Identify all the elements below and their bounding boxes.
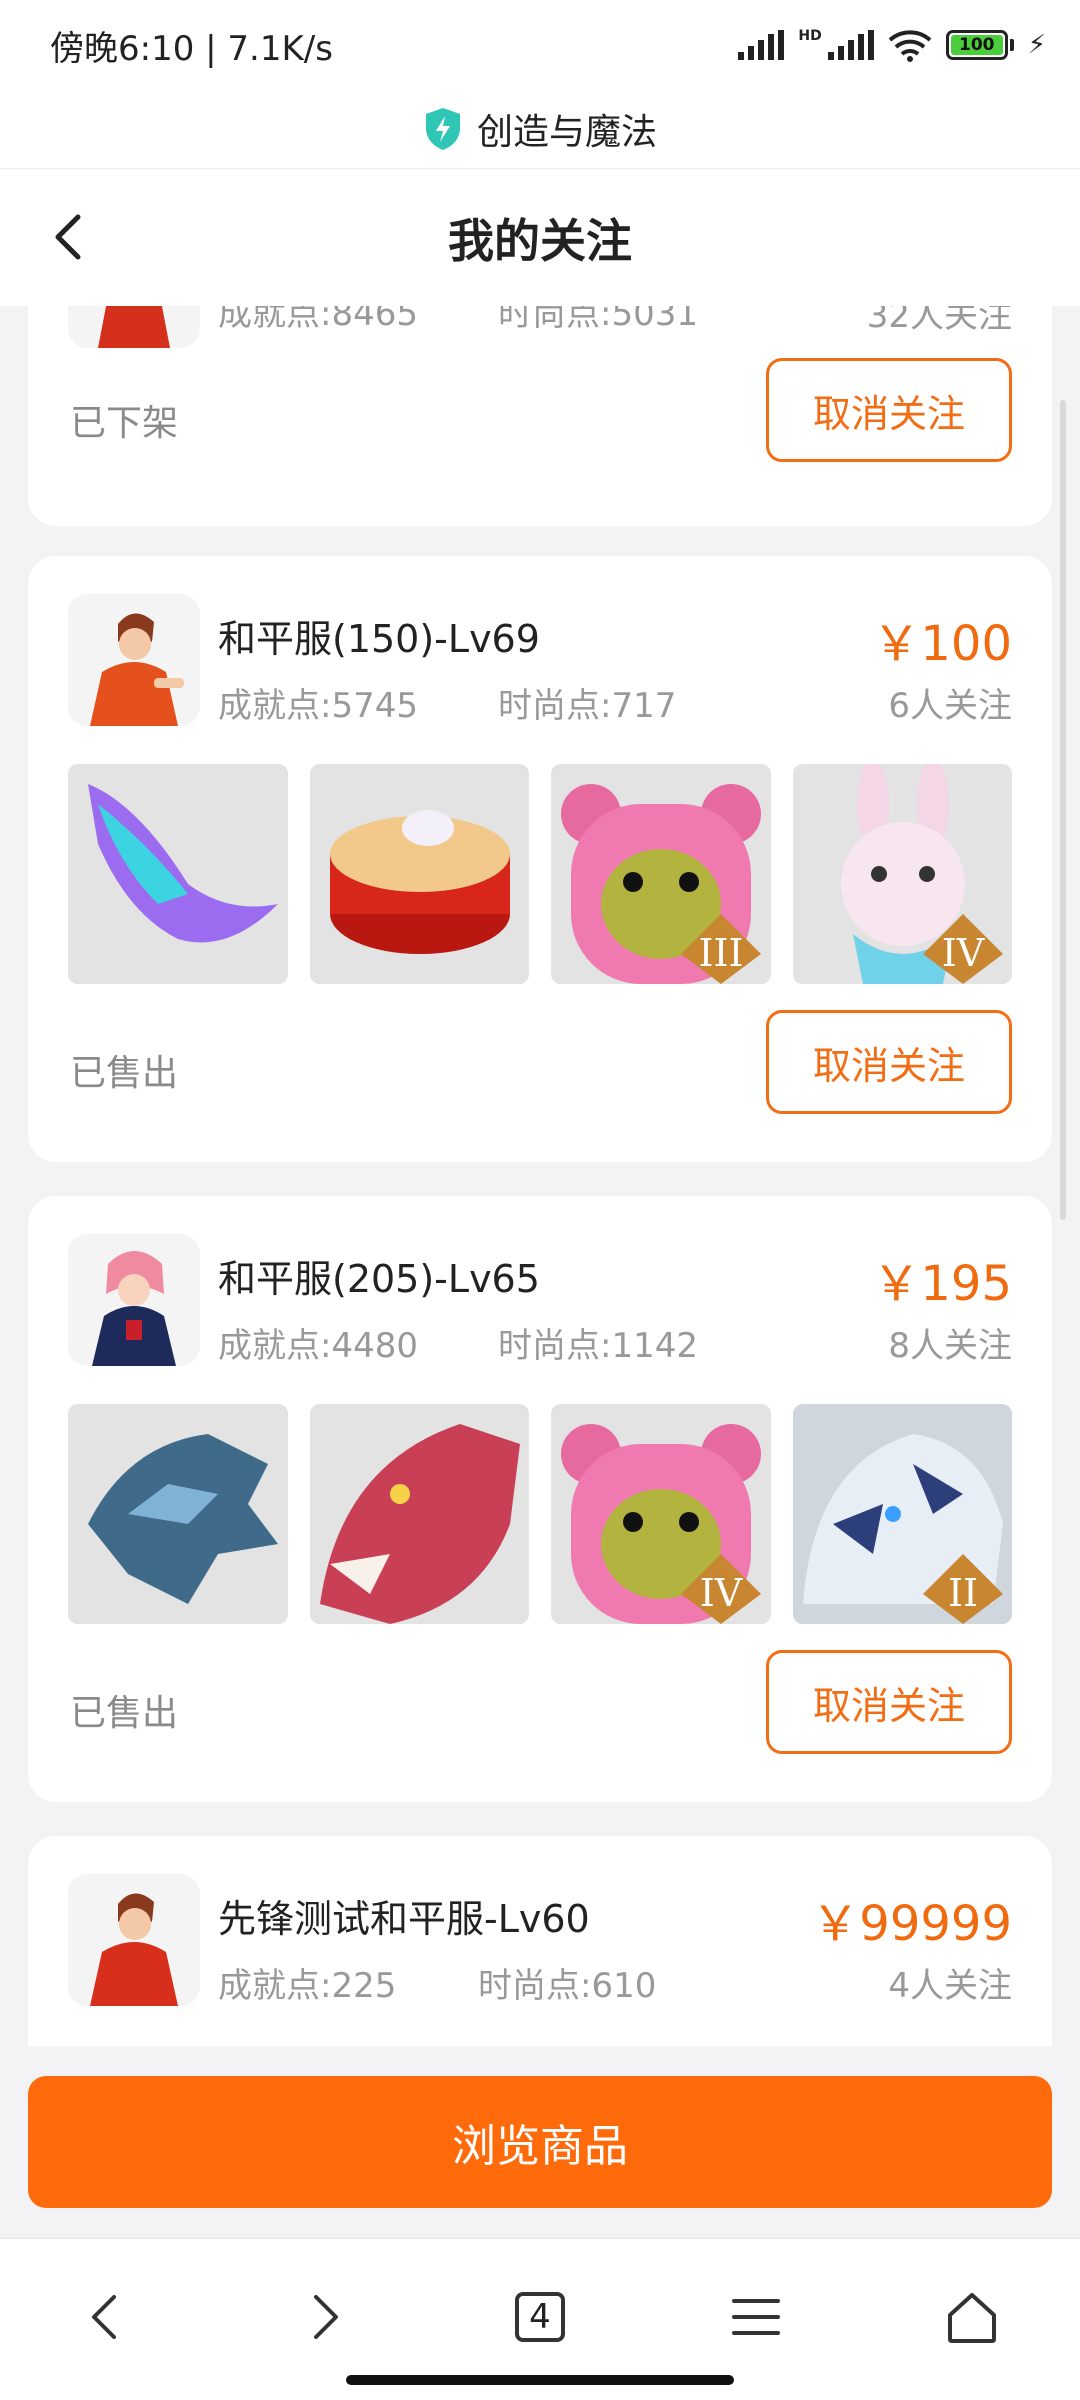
unfollow-button[interactable]: 取消关注 <box>766 358 1012 462</box>
grade-badge: IV <box>941 931 984 975</box>
fashion-points: 时尚点:717 <box>498 686 677 726</box>
fashion-points: 时尚点:610 <box>478 1966 657 2006</box>
avatar <box>68 306 200 348</box>
followed-item-card[interactable]: 成就点:8465 时尚点:5031 32人关注 已下架 取消关注 <box>28 306 1052 526</box>
tiger-thumbnail[interactable]: II <box>792 1404 1012 1624</box>
grade-badge: III <box>698 931 743 975</box>
status-bar: 傍晚6:10 | 7.1K/s HD 100 ⚡ <box>0 0 1080 90</box>
tabs-icon: 4 <box>515 2292 565 2342</box>
grade-badge: II <box>947 1571 977 1615</box>
red-dragon-thumbnail[interactable] <box>309 1404 529 1624</box>
item-price: ￥99999 <box>811 1896 1012 1952</box>
bear-hat-thumbnail[interactable]: III <box>551 764 771 984</box>
item-title[interactable]: 和平服(205)-Lv65 <box>218 1248 540 1303</box>
browser-bottom-bar: 4 <box>0 2238 1080 2400</box>
card-head: 先锋测试和平服-Lv60 成就点:225 时尚点:610 ￥99999 4人关注 <box>68 1874 1012 2008</box>
avatar <box>68 1234 200 1366</box>
home-icon <box>948 2293 996 2343</box>
browser-back-button[interactable] <box>66 2277 146 2357</box>
achievement-points: 成就点:8465 <box>218 306 418 334</box>
item-price: ￥100 <box>872 616 1012 672</box>
fashion-points: 时尚点:5031 <box>498 306 698 334</box>
charging-icon: ⚡ <box>1027 30 1046 60</box>
achievement-points: 成就点:5745 <box>218 686 418 726</box>
chevron-right-icon <box>314 2295 338 2339</box>
item-thumbnails: III IV <box>68 764 1012 984</box>
follow-count: 8人关注 <box>888 1326 1012 1366</box>
card-head: 和平服(205)-Lv65 成就点:4480 时尚点:1142 ￥195 8人关… <box>68 1234 1012 1368</box>
unfollow-button[interactable]: 取消关注 <box>766 1010 1012 1114</box>
achievement-points: 成就点:225 <box>218 1966 397 2006</box>
card-head: 和平服(150)-Lv69 成就点:5745 时尚点:717 ￥100 6人关注 <box>68 594 1012 728</box>
avatar <box>68 594 200 726</box>
avatar <box>68 1874 200 2006</box>
followed-item-card[interactable]: 和平服(150)-Lv69 成就点:5745 时尚点:717 ￥100 6人关注… <box>28 556 1052 1162</box>
tabs-button[interactable]: 4 <box>500 2277 580 2357</box>
scrollbar[interactable] <box>1060 400 1066 1220</box>
browse-products-button[interactable]: 浏览商品 <box>28 2076 1052 2208</box>
unfollow-button[interactable]: 取消关注 <box>766 1650 1012 1754</box>
item-title[interactable]: 先锋测试和平服-Lv60 <box>218 1888 590 1943</box>
page-title: 我的关注 <box>448 213 632 268</box>
tab-count: 4 <box>529 2297 551 2337</box>
grade-badge: IV <box>700 1571 743 1615</box>
wing-thumbnail[interactable] <box>68 764 288 984</box>
follow-count: 32人关注 <box>866 306 1012 336</box>
site-name: 创造与魔法 <box>476 112 657 153</box>
follow-count: 6人关注 <box>888 686 1012 726</box>
wifi-icon <box>888 30 932 62</box>
item-status: 已售出 <box>70 1693 179 1734</box>
item-price: ￥195 <box>872 1256 1012 1312</box>
battery-icon: 100 <box>945 30 1008 60</box>
achievement-points: 成就点:4480 <box>218 1326 418 1366</box>
ice-dragon-thumbnail[interactable] <box>68 1404 288 1624</box>
item-title[interactable]: 和平服(150)-Lv69 <box>218 608 540 663</box>
signal-icon-2 <box>827 30 874 60</box>
menu-button[interactable] <box>716 2277 796 2357</box>
bear-hat-thumbnail[interactable]: IV <box>551 1404 771 1624</box>
status-time-speed: 傍晚6:10 | 7.1K/s <box>50 28 333 69</box>
nav-bar: 我的关注 <box>0 168 1080 306</box>
item-status: 已售出 <box>70 1053 179 1094</box>
battery-level: 100 <box>950 35 1003 55</box>
followed-item-card[interactable]: 先锋测试和平服-Lv60 成就点:225 时尚点:610 ￥99999 4人关注 <box>28 1836 1052 2046</box>
item-thumbnails: IV II <box>68 1404 1012 1624</box>
follow-count: 4人关注 <box>888 1966 1012 2006</box>
hd-label: HD <box>798 28 822 44</box>
fashion-points: 时尚点:1142 <box>498 1326 698 1366</box>
home-indicator <box>346 2375 734 2385</box>
signal-icon <box>738 30 785 60</box>
status-icons: HD 100 ⚡ <box>738 28 1046 62</box>
chevron-left-icon <box>92 2295 116 2339</box>
drum-thumbnail[interactable] <box>309 764 529 984</box>
item-status: 已下架 <box>70 403 179 444</box>
shield-bolt-icon <box>425 108 460 150</box>
followed-list[interactable]: 成就点:8465 时尚点:5031 32人关注 已下架 取消关注 和平服(150… <box>0 306 1080 2046</box>
back-arrow-icon[interactable] <box>44 209 100 265</box>
home-button[interactable] <box>932 2277 1012 2357</box>
browser-forward-button[interactable] <box>284 2277 364 2357</box>
rabbit-thumbnail[interactable]: IV <box>792 764 1012 984</box>
battery-tip <box>1009 39 1014 51</box>
followed-item-card[interactable]: 和平服(205)-Lv65 成就点:4480 时尚点:1142 ￥195 8人关… <box>28 1196 1052 1802</box>
menu-icon <box>732 2299 780 2335</box>
site-bar: 创造与魔法 <box>0 90 1080 168</box>
